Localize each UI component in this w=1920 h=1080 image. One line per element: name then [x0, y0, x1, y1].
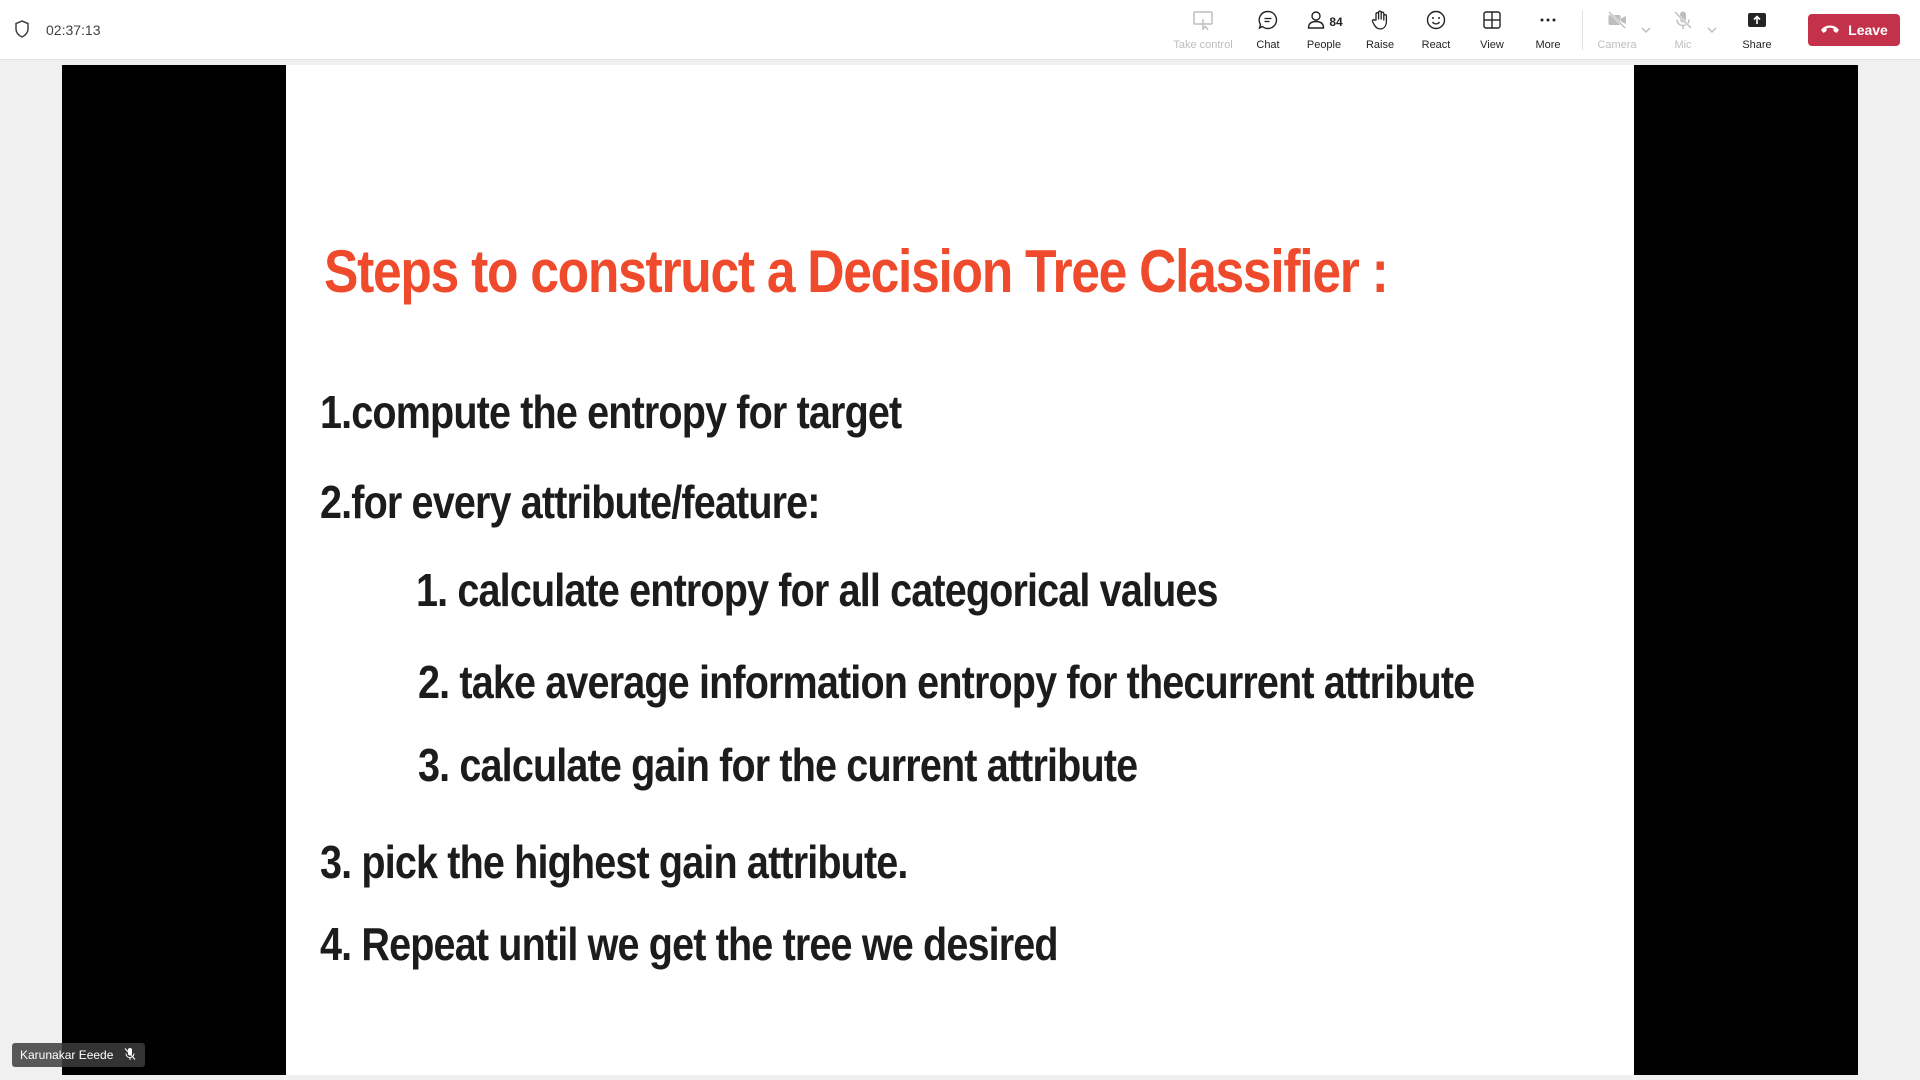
grid-view-icon: [1481, 9, 1503, 36]
more-label: More: [1535, 39, 1561, 51]
raise-hand-icon: [1369, 9, 1391, 36]
participant-name: Karunakar Eeede: [20, 1048, 114, 1062]
share-label: Share: [1742, 39, 1772, 51]
mic-off-icon: [1672, 9, 1694, 36]
people-icon: [1305, 9, 1327, 36]
toolbar-divider: [1582, 10, 1583, 50]
camera-label: Camera: [1597, 39, 1637, 51]
raise-label: Raise: [1365, 39, 1395, 51]
more-icon: [1537, 9, 1559, 36]
smiley-icon: [1425, 9, 1447, 36]
call-controls: Take control Chat 84 People Raise React …: [1166, 0, 1785, 60]
slide-step-1: 1.compute the entropy for target: [320, 386, 902, 438]
shield-icon: [14, 19, 30, 41]
slide-substep-1: 1. calculate entropy for all categorical…: [416, 564, 1219, 616]
shared-screen: Steps to construct a Decision Tree Class…: [62, 65, 1858, 1075]
slide-substep-2: 2. take average information entropy for …: [418, 656, 1475, 708]
slide-substep-3: 3. calculate gain for the current attrib…: [418, 739, 1138, 791]
elapsed-time: 02:37:13: [46, 22, 101, 38]
people-label: People: [1306, 39, 1342, 51]
share-button[interactable]: Share: [1729, 0, 1785, 60]
leave-button[interactable]: Leave: [1808, 14, 1900, 46]
camera-off-icon: [1606, 9, 1628, 36]
participant-name-tag: Karunakar Eeede: [12, 1043, 146, 1067]
phone-hangup-icon: [1820, 22, 1840, 38]
slide-step-4: 4. Repeat until we get the tree we desir…: [320, 918, 1059, 970]
more-button[interactable]: More: [1520, 0, 1576, 60]
meeting-timer: 02:37:13: [14, 19, 101, 41]
camera-options-chevron-icon[interactable]: [1637, 0, 1655, 60]
react-label: React: [1421, 39, 1451, 51]
take-control-button[interactable]: Take control: [1166, 0, 1240, 60]
chat-button[interactable]: Chat: [1240, 0, 1296, 60]
slide-title: Steps to construct a Decision Tree Class…: [324, 238, 1389, 305]
leave-label: Leave: [1848, 22, 1888, 38]
chat-icon: [1257, 9, 1279, 36]
mic-label: Mic: [1674, 39, 1692, 51]
react-button[interactable]: React: [1408, 0, 1464, 60]
presentation-slide: Steps to construct a Decision Tree Class…: [286, 65, 1634, 1075]
take-control-label: Take control: [1173, 39, 1233, 51]
take-control-icon: [1192, 9, 1214, 36]
meeting-toolbar: 02:37:13 Take control Chat 84 People Rai…: [0, 0, 1920, 60]
view-button[interactable]: View: [1464, 0, 1520, 60]
people-count: 84: [1329, 15, 1343, 29]
chat-label: Chat: [1256, 39, 1280, 51]
share-screen-icon: [1746, 9, 1768, 36]
slide-step-2: 2.for every attribute/feature:: [320, 476, 820, 528]
slide-step-3: 3. pick the highest gain attribute.: [320, 836, 908, 888]
raise-hand-button[interactable]: Raise: [1352, 0, 1408, 60]
mic-off-icon: [123, 1047, 137, 1064]
view-label: View: [1480, 39, 1504, 51]
mic-options-chevron-icon[interactable]: [1703, 0, 1721, 60]
people-button[interactable]: 84 People: [1296, 0, 1352, 60]
